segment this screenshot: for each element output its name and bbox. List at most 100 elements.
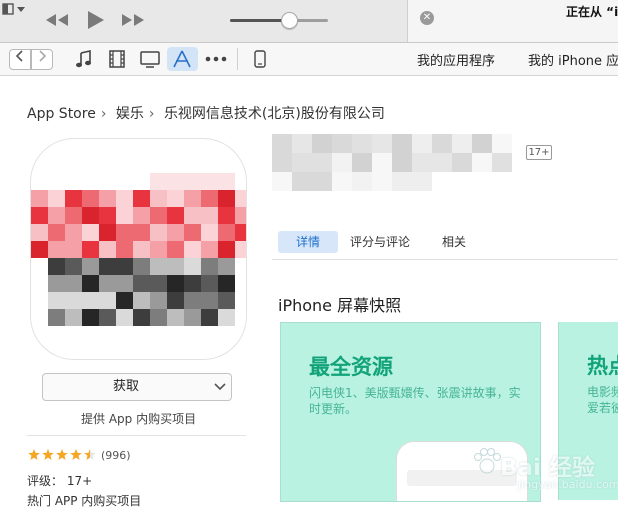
icon-pixel [184,241,201,258]
icon-pixel [184,173,201,190]
title-pixel [352,172,372,191]
icon-pixel [133,207,150,224]
icon-pixel [99,241,116,258]
icon-pixel [133,275,150,292]
icon-pixel [218,173,235,190]
title-pixel [452,134,472,153]
tab-details[interactable]: 详情 [278,231,338,253]
icon-pixel [48,275,65,292]
tab-my-apps[interactable]: 我的应用程序 [417,50,495,69]
device-button[interactable] [249,49,271,69]
icon-pixel [167,241,184,258]
title-pixel [272,172,292,191]
icon-pixel [48,207,65,224]
title-pixel [452,153,472,172]
divider [27,435,246,436]
icon-pixel [116,309,133,326]
title-pixel [272,134,292,153]
fast-forward-button[interactable] [120,12,146,32]
rewind-button[interactable] [44,12,70,32]
icon-pixel [218,241,235,258]
icon-pixel [65,224,82,241]
icon-pixel [201,207,218,224]
tv-button[interactable] [139,49,161,69]
icon-pixel [235,224,246,241]
icon-pixel [184,275,201,292]
icon-pixel [150,173,167,190]
tabs-divider [272,259,618,260]
age-rating: 评级： 17+ [27,472,92,489]
breadcrumb-developer[interactable]: 乐视网信息技术(北京)股份有限公司 [164,106,385,122]
icon-pixel [99,224,116,241]
get-button[interactable]: 获取 [42,373,210,401]
movies-button[interactable] [106,49,128,69]
icon-pixel [48,241,65,258]
title-pixel [492,134,512,153]
chevron-right-icon: › [148,106,155,122]
icon-pixel [218,207,235,224]
icon-pixel [116,207,133,224]
icon-pixel [99,309,116,326]
icon-pixel [48,292,65,309]
icon-pixel [116,190,133,207]
icon-pixel [65,275,82,292]
chevron-left-icon [15,50,23,62]
icon-pixel [235,190,246,207]
volume-slider-fill [230,19,288,22]
iphone-device-icon [254,50,266,68]
title-pixel [312,153,332,172]
icon-pixel [150,292,167,309]
icon-pixel [48,224,65,241]
title-pixel [412,153,432,172]
menu-icon [2,3,25,15]
watermark-url: jingyan.baidu.com [518,478,618,491]
title-pixel [392,153,412,172]
icon-pixel [184,224,201,241]
chevron-right-icon [39,50,47,62]
icon-pixel [201,275,218,292]
icon-pixel [116,275,133,292]
icon-pixel [133,190,150,207]
title-pixel [412,134,432,153]
app-icon [30,138,247,360]
breadcrumb-category[interactable]: 娱乐 [116,106,144,122]
close-status-button[interactable]: ✕ [420,11,434,25]
window-menu-button[interactable] [2,2,30,18]
back-button[interactable] [9,49,31,70]
title-pixel [372,172,392,191]
chevron-right-icon: › [100,106,107,122]
icon-pixel [99,207,116,224]
title-pixel [372,134,392,153]
icon-pixel [218,224,235,241]
icon-pixel [184,258,201,275]
screenshot-title: 热点 [587,354,618,378]
icon-pixel [65,190,82,207]
title-pixel [292,172,312,191]
forward-button[interactable] [31,49,53,70]
icon-pixel [48,258,65,275]
music-button[interactable] [73,49,95,69]
play-button[interactable] [86,9,106,35]
get-options-button[interactable] [208,373,232,401]
icon-pixel [31,241,48,258]
tab-related[interactable]: 相关 [442,231,466,253]
icon-pixel [48,309,65,326]
tab-ratings-reviews[interactable]: 评分与评论 [350,231,410,253]
icon-pixel [82,241,99,258]
title-pixel [352,134,372,153]
volume-slider-knob[interactable] [281,12,298,29]
icon-pixel [184,207,201,224]
rating-row: (996) [27,447,131,463]
icon-pixel [133,258,150,275]
icon-pixel [99,190,116,207]
icon-pixel [48,190,65,207]
more-button[interactable] [205,49,227,69]
tv-icon [140,51,160,68]
icon-pixel [133,241,150,258]
icon-pixel [99,292,116,309]
fast-forward-icon [122,14,144,26]
tab-my-iphone[interactable]: 我的 iPhone 应 [528,50,618,69]
icon-pixel [184,309,201,326]
breadcrumb-app-store[interactable]: App Store [27,106,96,122]
icon-pixel [201,241,218,258]
